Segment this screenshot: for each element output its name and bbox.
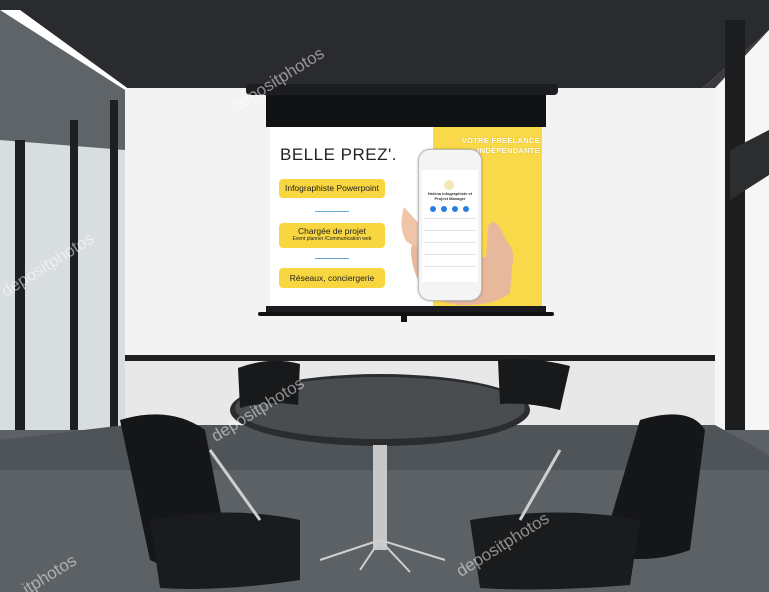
mail-icon <box>463 206 469 212</box>
message-icon <box>430 206 436 212</box>
divider <box>424 266 476 267</box>
phone-icon <box>441 206 447 212</box>
pill-project-title: Chargée de projet <box>297 226 367 236</box>
meeting-room-scene: BELLE PREZ'. VOTRE FREELANCE INDÉPENDANT… <box>0 0 769 592</box>
phone-screen: Helena infographiste et Project Manager <box>422 170 478 282</box>
divider <box>424 230 476 231</box>
contact-name: Helena infographiste et Project Manager <box>427 191 473 201</box>
service-pill-infographics: Infographiste Powerpoint <box>279 179 385 198</box>
slide-title: BELLE PREZ'. <box>280 145 397 164</box>
service-pill-project: Chargée de projet Event planner /Communi… <box>279 223 385 248</box>
divider <box>424 254 476 255</box>
contact-avatar <box>444 180 454 190</box>
service-pill-networks: Réseaux, conciergerie <box>279 268 385 288</box>
video-icon <box>452 206 458 212</box>
separator-line <box>315 258 349 259</box>
pill-project-subtitle: Event planner /Communication web <box>292 236 372 242</box>
smartphone-mockup: Helena infographiste et Project Manager <box>418 149 482 301</box>
separator-line <box>315 211 349 212</box>
divider <box>424 218 476 219</box>
banner-line-1: VOTRE FREELANCE <box>461 136 540 145</box>
projected-slide: BELLE PREZ'. VOTRE FREELANCE INDÉPENDANT… <box>270 127 542 306</box>
divider <box>424 242 476 243</box>
